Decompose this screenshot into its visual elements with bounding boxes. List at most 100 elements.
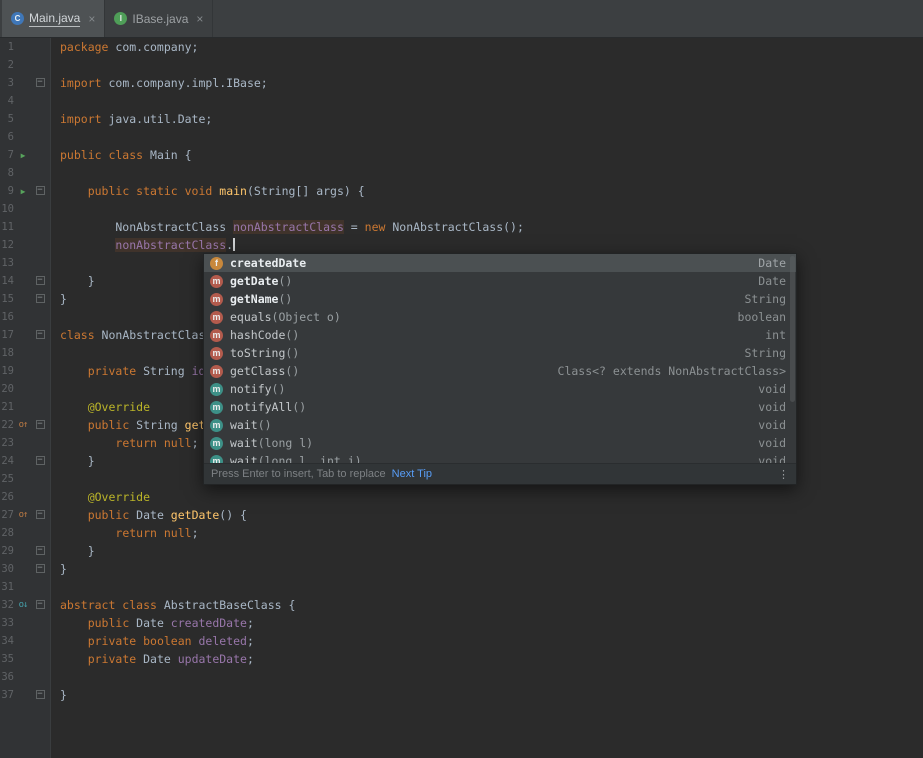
code-token: package [60, 40, 109, 54]
code-line[interactable]: 2 [0, 56, 923, 74]
code-line[interactable]: 32 o↓ − abstract class AbstractBaseClass { [0, 596, 923, 614]
code-line[interactable]: 36 [0, 668, 923, 686]
override-icon[interactable]: o↑ [14, 510, 32, 520]
code-line[interactable]: 31 [0, 578, 923, 596]
final-method-icon: m [210, 436, 223, 450]
completion-item[interactable]: m getDate() Date [204, 272, 796, 290]
line-number: 27 [1, 509, 14, 521]
completion-item[interactable]: m wait (long l) void [204, 434, 796, 452]
fold-marker[interactable]: − [32, 598, 48, 612]
code-line[interactable]: 10 [0, 200, 923, 218]
code-line[interactable]: 3− import com.company.impl.IBase; [0, 74, 923, 92]
code-text: public Date getDate() { [48, 508, 247, 522]
fold-marker[interactable]: − [32, 76, 48, 90]
code-line[interactable]: 35 private Date updateDate; [0, 650, 923, 668]
completion-item[interactable]: m notifyAll() void [204, 398, 796, 416]
fold-marker[interactable]: − [32, 274, 48, 288]
text-caret [233, 238, 236, 251]
line-number: 7 [7, 149, 14, 161]
line-number: 8 [7, 167, 14, 179]
code-line[interactable]: 12 nonAbstractClass. [0, 236, 923, 254]
code-line[interactable]: 4 [0, 92, 923, 110]
completion-item[interactable]: m getClass() Class<? extends NonAbstractCl… [204, 362, 796, 380]
fold-marker[interactable]: − [32, 688, 48, 702]
completion-params: () [257, 418, 272, 432]
line-number: 30 [1, 563, 14, 575]
override-icon[interactable]: o↑ [14, 420, 32, 430]
line-number: 32 [1, 599, 14, 611]
code-token: nonAbstractClass [115, 238, 227, 252]
code-line[interactable]: 1 package com.company; [0, 38, 923, 56]
completion-item[interactable]: m hashCode() int [204, 326, 796, 344]
field-icon: f [210, 256, 223, 270]
code-line[interactable]: 29 − } [0, 542, 923, 560]
fold-icon: − [35, 420, 45, 429]
next-tip-link[interactable]: Next Tip [392, 468, 432, 480]
completion-name: createdDate [230, 256, 307, 270]
popup-scrollbar[interactable] [790, 256, 795, 402]
code-text: public Date createdDate; [48, 616, 254, 630]
editor-tab-main-java[interactable]: C Main.java × [2, 0, 106, 37]
code-text: } [48, 292, 67, 306]
more-options-icon[interactable]: ⋮ [778, 468, 789, 481]
completion-item[interactable]: m wait() void [204, 416, 796, 434]
code-line[interactable]: 37 −} [0, 686, 923, 704]
fold-marker[interactable]: − [32, 454, 48, 468]
completion-item[interactable]: f createdDate Date [204, 254, 796, 272]
code-line[interactable]: 33 public Date createdDate; [0, 614, 923, 632]
completion-name: hashCode [230, 328, 286, 342]
close-icon[interactable]: × [196, 12, 203, 26]
line-number: 15 [1, 293, 14, 305]
fold-marker[interactable]: − [32, 418, 48, 432]
completion-params: () [285, 328, 300, 342]
method-icon: m [210, 274, 223, 288]
code-line[interactable]: 27 o↑ − public Date getDate() { [0, 506, 923, 524]
line-number: 24 [1, 455, 14, 467]
code-line[interactable]: 7 ▶ public class Main { [0, 146, 923, 164]
fold-marker[interactable]: − [32, 562, 48, 576]
run-icon[interactable]: ▶ [14, 187, 32, 196]
completion-item[interactable]: m toString() String [204, 344, 796, 362]
code-token: return null [115, 526, 192, 540]
code-token: public [87, 508, 130, 522]
run-icon[interactable]: ▶ [14, 151, 32, 160]
completion-item[interactable]: m equals (Object o) boolean [204, 308, 796, 326]
close-icon[interactable]: × [88, 12, 95, 26]
code-token: } [60, 562, 67, 576]
code-line[interactable]: 34 private boolean deleted; [0, 632, 923, 650]
fold-icon: − [35, 330, 45, 339]
code-token: return null [115, 436, 192, 450]
implement-icon[interactable]: o↓ [14, 600, 32, 610]
completion-name: getDate [230, 274, 279, 288]
completion-item[interactable]: m notify() void [204, 380, 796, 398]
completion-item[interactable]: m wait (long l, int i) void [204, 452, 796, 463]
fold-icon: − [35, 78, 45, 87]
editor-tab-ibase-java[interactable]: I IBase.java × [105, 0, 214, 37]
code-line[interactable]: 30 −} [0, 560, 923, 578]
completion-item[interactable]: m getName() String [204, 290, 796, 308]
code-line[interactable]: 5 import java.util.Date; [0, 110, 923, 128]
code-token: ; [246, 634, 254, 648]
line-number: 33 [1, 617, 14, 629]
fold-icon: − [35, 510, 45, 519]
line-number: 26 [1, 491, 14, 503]
line-number: 14 [1, 275, 14, 287]
fold-marker[interactable]: − [32, 544, 48, 558]
line-number: 29 [1, 545, 14, 557]
fold-marker[interactable]: − [32, 292, 48, 306]
code-line[interactable]: 8 [0, 164, 923, 182]
code-line[interactable]: 26 @Override [0, 488, 923, 506]
code-line[interactable]: 9 ▶ − public static void main(String[] arg… [0, 182, 923, 200]
code-line[interactable]: 28 return null; [0, 524, 923, 542]
fold-marker[interactable]: − [32, 328, 48, 342]
fold-marker[interactable]: − [32, 508, 48, 522]
fold-marker[interactable]: − [32, 184, 48, 198]
code-line[interactable]: 11 NonAbstractClass nonAbstractClass = n… [0, 218, 923, 236]
completion-params: () [278, 292, 293, 306]
code-line[interactable]: 6 [0, 128, 923, 146]
